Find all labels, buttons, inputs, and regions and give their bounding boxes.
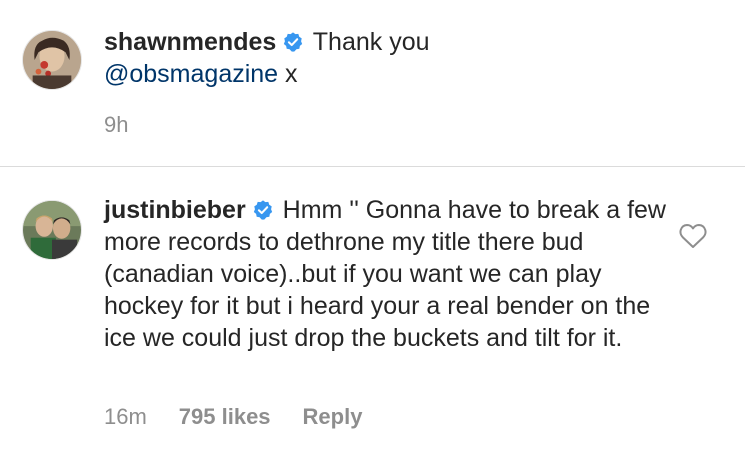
avatar[interactable]	[22, 30, 82, 90]
comment-text-suffix: x	[285, 60, 298, 88]
comment-username[interactable]: shawnmendes	[104, 28, 276, 56]
comment-item: shawnmendes Thank you @obsmagazine x 9h	[0, 20, 745, 160]
likes-count[interactable]: 795 likes	[179, 404, 271, 430]
comment-item: justinbieber Hmm '' Gonna have to break …	[0, 188, 745, 452]
mention-link[interactable]: @obsmagazine	[104, 60, 278, 88]
heart-outline-icon[interactable]	[679, 223, 707, 249]
avatar-image	[23, 201, 81, 259]
comment-body: justinbieber Hmm '' Gonna have to break …	[104, 194, 674, 354]
comment-meta: 9h	[104, 112, 128, 138]
reply-button[interactable]: Reply	[303, 404, 363, 430]
divider	[0, 166, 745, 167]
comment-timestamp[interactable]: 9h	[104, 112, 128, 138]
comment-body: shawnmendes Thank you @obsmagazine x	[104, 26, 674, 90]
verified-badge-icon	[253, 200, 272, 220]
comment-timestamp[interactable]: 16m	[104, 404, 147, 430]
comment-username[interactable]: justinbieber	[104, 196, 246, 224]
comment-meta: 16m 795 likes Reply	[104, 404, 362, 430]
comments-screen: shawnmendes Thank you @obsmagazine x 9h	[0, 0, 745, 452]
avatar[interactable]	[22, 200, 82, 260]
verified-badge-icon	[284, 32, 303, 52]
comment-text: Thank you	[312, 28, 430, 56]
avatar-image	[23, 31, 81, 89]
